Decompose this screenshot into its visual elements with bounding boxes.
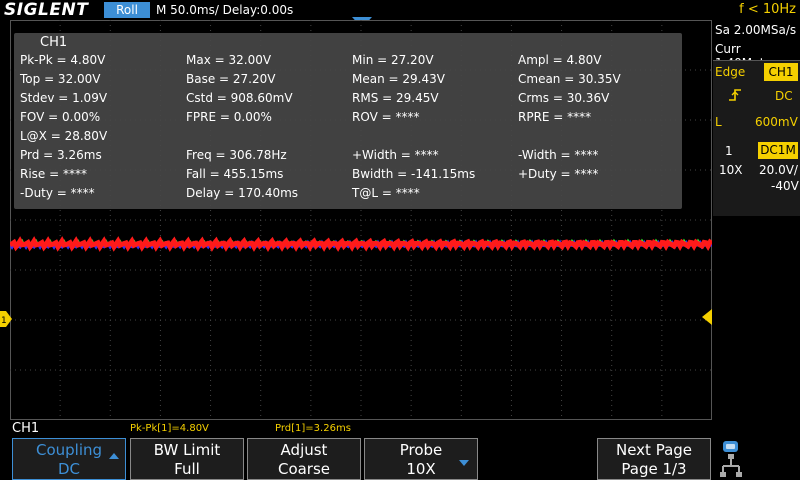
- measurement-cell: Crms = 30.36V: [518, 91, 610, 105]
- measurement-cell: Mean = 29.43V: [352, 72, 445, 86]
- measurement-cell: ROV = ****: [352, 110, 420, 124]
- chevron-up-icon: [109, 453, 119, 459]
- measurement-cell: Rise = ****: [20, 167, 87, 181]
- measurement-cell: Freq = 306.78Hz: [186, 148, 287, 162]
- measurement-cell: Top = 32.00V: [20, 72, 101, 86]
- measurement-cell: Cmean = 30.35V: [518, 72, 621, 86]
- measurement-panel: CH1 Pk-Pk = 4.80V Max = 32.00V Min = 27.20…: [14, 33, 682, 209]
- measurement-cell: FPRE = 0.00%: [186, 110, 272, 124]
- measurement-cell: +Duty = ****: [518, 167, 599, 181]
- adjust-softkey[interactable]: Adjust Coarse: [247, 438, 361, 480]
- ch1-marker-label: 1: [1, 316, 7, 326]
- trigger-source-badge: CH1: [764, 63, 798, 81]
- roll-mode-badge[interactable]: Roll: [104, 2, 150, 18]
- next-page-softkey-value: Page 1/3: [621, 460, 687, 478]
- probe-softkey[interactable]: Probe 10X: [364, 438, 478, 480]
- channel-menu-title: CH1: [12, 421, 40, 436]
- channel-coupling-badge: DC1M: [758, 142, 798, 159]
- ch1-waveform-trace: [10, 236, 712, 252]
- rising-edge-icon: [729, 89, 741, 101]
- measurement-cell: -Width = ****: [518, 148, 599, 162]
- measurement-cell: Base = 27.20V: [186, 72, 276, 86]
- right-info-panel: Sa 2.00MSa/s Curr 1.40Mpts Edge CH1 DC L…: [713, 20, 800, 420]
- measurement-cell: Stdev = 1.09V: [20, 91, 108, 105]
- timebase-readout: M 50.0ms/ Delay:0.00s: [156, 3, 294, 17]
- measurement-cell: Delay = 170.40ms: [186, 186, 299, 200]
- measurement-cell: RPRE = ****: [518, 110, 592, 124]
- measurement-cell: Pk-Pk = 4.80V: [20, 53, 106, 67]
- adjust-softkey-label: Adjust: [280, 441, 328, 459]
- bottom-measurement-1: Pk-Pk[1]=4.80V: [130, 423, 209, 434]
- brand-logo: SIGLENT: [4, 0, 89, 20]
- probe-softkey-label: Probe: [399, 441, 443, 459]
- measurement-cell: T@L = ****: [352, 186, 420, 200]
- trigger-coupling: DC: [775, 89, 793, 103]
- measurement-cell: FOV = 0.00%: [20, 110, 101, 124]
- measurement-cell: Cstd = 908.60mV: [186, 91, 293, 105]
- measurement-cell: Bwidth = -141.15ms: [352, 167, 476, 181]
- next-page-softkey-label: Next Page: [615, 441, 693, 459]
- trigger-level-marker-icon[interactable]: [702, 309, 712, 325]
- measurement-cell: +Width = ****: [352, 148, 439, 162]
- bw-limit-softkey-value: Full: [174, 460, 200, 478]
- probe-softkey-value: 10X: [406, 460, 436, 478]
- ch1-offset-marker-icon[interactable]: 1: [0, 311, 12, 327]
- trigger-type: Edge: [715, 65, 746, 79]
- trigger-level-label: L: [715, 115, 722, 129]
- volts-per-div: 20.0V/: [759, 163, 798, 177]
- adjust-softkey-value: Coarse: [277, 460, 331, 478]
- measurement-cell: Max = 32.00V: [186, 53, 272, 67]
- coupling-softkey-value: DC: [57, 460, 81, 478]
- coupling-softkey[interactable]: Coupling DC: [12, 438, 126, 480]
- trigger-level: 600mV: [755, 115, 798, 129]
- measurement-cell: RMS = 29.45V: [352, 91, 439, 105]
- chevron-down-icon: [459, 460, 469, 466]
- channel-number: 1: [725, 144, 733, 158]
- trigger-frequency-readout: f < 10Hz: [739, 2, 796, 17]
- channel-offset: -40V: [771, 179, 799, 193]
- measurement-cell: Prd = 3.26ms: [20, 148, 102, 162]
- measurement-cell: -Duty = ****: [20, 186, 95, 200]
- network-status-icon[interactable]: [720, 440, 742, 480]
- measurement-cell: Ampl = 4.80V: [518, 53, 602, 67]
- bw-limit-softkey-label: BW Limit: [153, 441, 221, 459]
- bw-limit-softkey[interactable]: BW Limit Full: [130, 438, 244, 480]
- sample-rate: Sa 2.00MSa/s: [715, 23, 797, 37]
- measurement-cell: L@X = 28.80V: [20, 129, 108, 143]
- measurement-panel-title: CH1: [40, 35, 68, 50]
- bottom-measurement-2: Prd[1]=3.26ms: [275, 423, 351, 434]
- next-page-softkey[interactable]: Next Page Page 1/3: [597, 438, 711, 480]
- measurement-cell: Min = 27.20V: [352, 53, 434, 67]
- probe-ratio: 10X: [719, 163, 743, 177]
- measurement-cell: Fall = 455.15ms: [186, 167, 284, 181]
